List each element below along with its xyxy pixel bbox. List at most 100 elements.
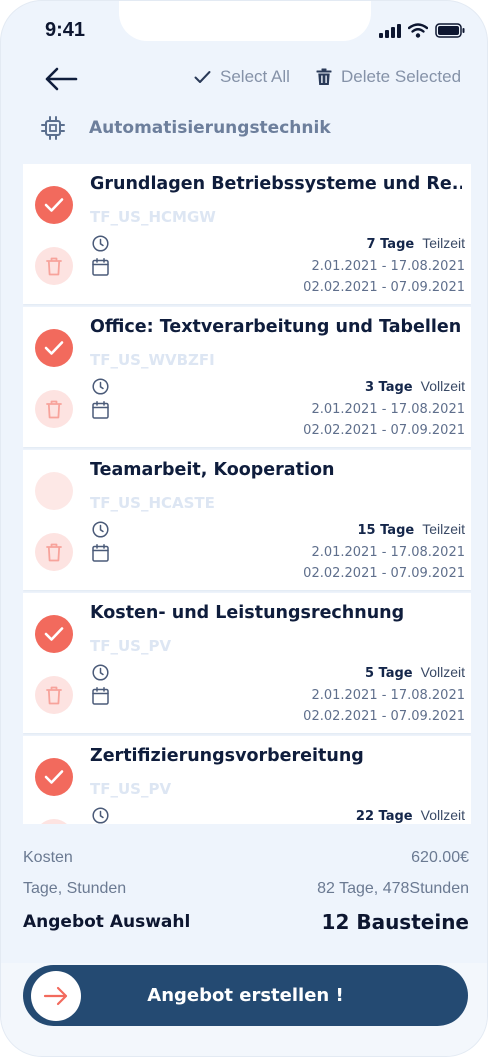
create-offer-label: Angebot erstellen ! (147, 985, 344, 1006)
notch (119, 1, 371, 41)
days-value: 82 Tage, 478Stunden (317, 880, 469, 897)
course-title: Kosten- und Leistungsrechnung (90, 603, 405, 623)
top-toolbar: Select All Delete Selected (1, 63, 487, 95)
course-duration: 5 Tage Vollzeit (365, 664, 465, 681)
calendar-icon (92, 687, 109, 705)
days-label: Tage, Stunden (23, 880, 127, 897)
category-label: Automatisierungstechnik (89, 118, 331, 138)
status-time: 9:41 (45, 19, 86, 41)
back-button[interactable] (43, 65, 79, 93)
course-type: Vollzeit (420, 378, 465, 394)
select-checkbox[interactable] (35, 329, 73, 367)
select-checkbox[interactable] (35, 472, 73, 510)
delete-course-button[interactable] (35, 247, 73, 285)
chip-icon (41, 116, 65, 140)
course-type: Vollzeit (420, 664, 465, 680)
trash-icon (46, 543, 62, 561)
clock-icon (92, 235, 109, 252)
course-card[interactable]: Zertifizierungsvorbereitung TF_US_PV 22 Ta… (23, 736, 471, 824)
course-date-range-1: 2.01.2021 - 17.08.2021 (311, 402, 465, 417)
course-duration: 15 Tage Teilzeit (357, 521, 465, 538)
trash-icon (46, 400, 62, 418)
course-card[interactable]: Kosten- und Leistungsrechnung TF_US_PV 5 T… (23, 593, 471, 733)
calendar-icon-wrap (92, 687, 109, 709)
course-date-range-1: 2.01.2021 - 17.08.2021 (311, 545, 465, 560)
delete-selected-button[interactable]: Delete Selected (316, 67, 461, 87)
course-duration: 7 Tage Teilzeit (367, 235, 465, 252)
clock-icon-wrap (92, 807, 109, 824)
course-title: Zertifizierungsvorbereitung (90, 746, 364, 766)
check-icon (44, 627, 64, 641)
course-title: Teamarbeit, Kooperation (90, 460, 335, 480)
course-type: Vollzeit (420, 807, 465, 823)
course-card[interactable]: Teamarbeit, Kooperation TF_US_HCASTE 15 Ta… (23, 450, 471, 590)
battery-icon (435, 23, 465, 38)
course-code: TF_US_HCASTE (90, 494, 215, 512)
delete-course-button[interactable] (35, 819, 73, 824)
check-icon (44, 198, 64, 212)
clock-icon (92, 807, 109, 824)
trash-icon (46, 686, 62, 704)
calendar-icon (92, 401, 109, 419)
clock-icon (92, 521, 109, 538)
select-checkbox[interactable] (35, 615, 73, 653)
days-row: Tage, Stunden 82 Tage, 478Stunden (23, 880, 469, 898)
course-duration: 3 Tage Vollzeit (365, 378, 465, 395)
offer-value: 12 Bausteine (321, 910, 469, 934)
course-date-range-2: 02.02.2021 - 07.09.2021 (303, 566, 465, 581)
calendar-icon-wrap (92, 258, 109, 280)
calendar-icon (92, 258, 109, 276)
offer-row: Angebot Auswahl 12 Bausteine (23, 910, 469, 934)
arrow-left-icon (45, 67, 78, 91)
course-code: TF_US_HCMGW (90, 208, 216, 226)
delete-selected-label: Delete Selected (341, 67, 462, 86)
cost-value: 620.00€ (411, 849, 469, 866)
select-checkbox[interactable] (35, 758, 73, 796)
course-list[interactable]: Grundlagen Betriebssysteme und Re... TF_U… (23, 164, 471, 824)
course-date-range-1: 2.01.2021 - 17.08.2021 (311, 259, 465, 274)
delete-course-button[interactable] (35, 533, 73, 571)
trash-icon (46, 257, 62, 275)
clock-icon (92, 378, 109, 395)
course-days: 7 Tage (366, 237, 415, 252)
check-icon (194, 71, 211, 83)
course-code: TF_US_PV (90, 637, 172, 655)
select-checkbox[interactable] (35, 186, 73, 224)
course-card[interactable]: Grundlagen Betriebssysteme und Re... TF_U… (23, 164, 471, 304)
category-header: Automatisierungstechnik (41, 116, 331, 140)
delete-course-button[interactable] (35, 676, 73, 714)
course-date-range-1: 2.01.2021 - 17.08.2021 (311, 688, 465, 703)
select-all-label: Select All (220, 67, 290, 86)
cost-label: Kosten (23, 849, 73, 866)
course-title: Grundlagen Betriebssysteme und Re... (90, 174, 462, 194)
course-days: 15 Tage (357, 523, 415, 538)
calendar-icon-wrap (92, 401, 109, 423)
course-date-range-2: 02.02.2021 - 07.09.2021 (303, 709, 465, 724)
phone-screen: 9:41 Select All Delete Selected Automati… (0, 0, 488, 1057)
clock-icon (92, 664, 109, 681)
offer-label: Angebot Auswahl (23, 912, 191, 932)
trash-icon (316, 68, 332, 85)
clock-icon-wrap (92, 235, 109, 256)
course-title: Office: Textverarbeitung und Tabellen... (90, 317, 462, 337)
delete-course-button[interactable] (35, 390, 73, 428)
course-type: Teilzeit (422, 521, 465, 537)
course-date-range-2: 02.02.2021 - 07.09.2021 (303, 423, 465, 438)
course-days: 3 Tage (364, 380, 413, 395)
course-days: 22 Tage (355, 809, 413, 824)
course-code: TF_US_PV (90, 780, 172, 798)
status-icons (379, 23, 465, 38)
wifi-icon (408, 23, 428, 38)
clock-icon-wrap (92, 664, 109, 685)
clock-icon-wrap (92, 378, 109, 399)
create-offer-button[interactable]: Angebot erstellen ! (23, 965, 468, 1026)
course-code: TF_US_WVBZFI (90, 351, 215, 369)
course-duration: 22 Tage Vollzeit (356, 807, 465, 824)
clock-icon-wrap (92, 521, 109, 542)
select-all-button[interactable]: Select All (194, 67, 290, 87)
signal-icon (379, 23, 401, 38)
course-days: 5 Tage (364, 666, 413, 681)
course-card[interactable]: Office: Textverarbeitung und Tabellen...… (23, 307, 471, 447)
calendar-icon (92, 544, 109, 562)
calendar-icon-wrap (92, 544, 109, 566)
